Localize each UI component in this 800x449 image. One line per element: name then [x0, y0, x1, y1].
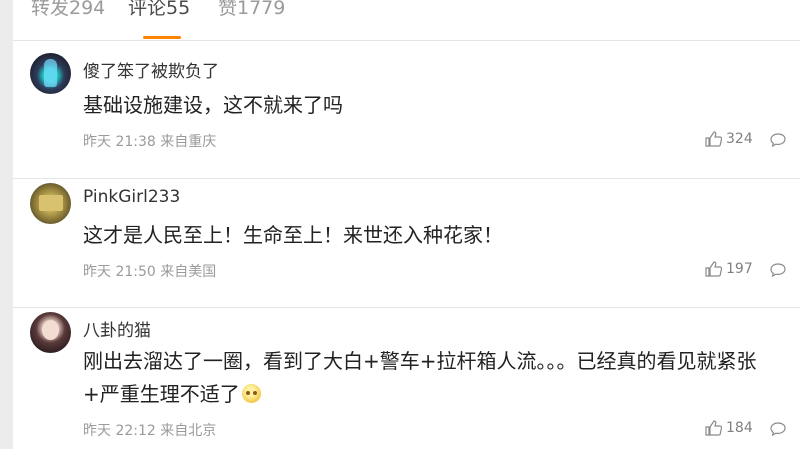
comment-meta: 昨天 22:12 来自北京: [83, 423, 217, 439]
thumbs-up-icon: [705, 420, 722, 436]
tab-comments[interactable]: 评论55: [128, 0, 190, 20]
comment-meta: 昨天 21:38 来自重庆: [83, 134, 217, 150]
comment-username[interactable]: PinkGirl233: [83, 187, 180, 207]
like-button[interactable]: 324: [705, 131, 753, 147]
comment-text-body: 刚出去溜达了一圈，看到了大白+警车+拉杆箱人流。。。已经真的看见就紧张+严重生理…: [83, 349, 757, 406]
comment-text: 基础设施建设，这不就来了吗: [83, 93, 343, 117]
comment-username[interactable]: 傻了笨了被欺负了: [83, 57, 219, 82]
worried-face-emoji-icon: [241, 384, 261, 403]
tab-likes[interactable]: 赞1779: [218, 0, 285, 20]
comment-bubble-icon[interactable]: [770, 263, 786, 277]
avatar[interactable]: [30, 312, 71, 353]
tab-reposts[interactable]: 转发294: [31, 0, 105, 20]
comment-username[interactable]: 八卦的猫: [83, 316, 151, 341]
like-count: 324: [726, 131, 753, 147]
avatar-figure: [42, 320, 59, 340]
thumbs-up-icon: [705, 261, 722, 277]
avatar-figure: [44, 59, 57, 87]
comment-bubble-icon[interactable]: [770, 133, 786, 147]
comment-item: 八卦的猫 刚出去溜达了一圈，看到了大白+警车+拉杆箱人流。。。已经真的看见就紧张…: [13, 307, 800, 449]
like-button[interactable]: 197: [705, 261, 753, 277]
like-count: 184: [726, 420, 753, 436]
active-tab-indicator: [143, 36, 181, 39]
avatar[interactable]: [30, 183, 71, 224]
comment-item: PinkGirl233 这才是人民至上！生命至上！来世还入种花家！ 昨天 21:…: [13, 178, 800, 308]
avatar-figure: [39, 195, 63, 211]
comment-item: 傻了笨了被欺负了 基础设施建设，这不就来了吗 昨天 21:38 来自重庆 324: [13, 40, 800, 179]
thumbs-up-icon: [705, 131, 722, 147]
comment-text: 刚出去溜达了一圈，看到了大白+警车+拉杆箱人流。。。已经真的看见就紧张+严重生理…: [83, 345, 773, 411]
comment-meta: 昨天 21:50 来自美国: [83, 264, 217, 280]
comment-bubble-icon[interactable]: [770, 422, 786, 436]
like-button[interactable]: 184: [705, 420, 753, 436]
avatar[interactable]: [30, 53, 71, 94]
like-count: 197: [726, 261, 753, 277]
tab-bar: 转发294 评论55 赞1779: [13, 0, 800, 41]
comments-panel: 转发294 评论55 赞1779 傻了笨了被欺负了 基础设施建设，这不就来了吗 …: [13, 0, 800, 449]
comment-text: 这才是人民至上！生命至上！来世还入种花家！: [83, 223, 503, 247]
